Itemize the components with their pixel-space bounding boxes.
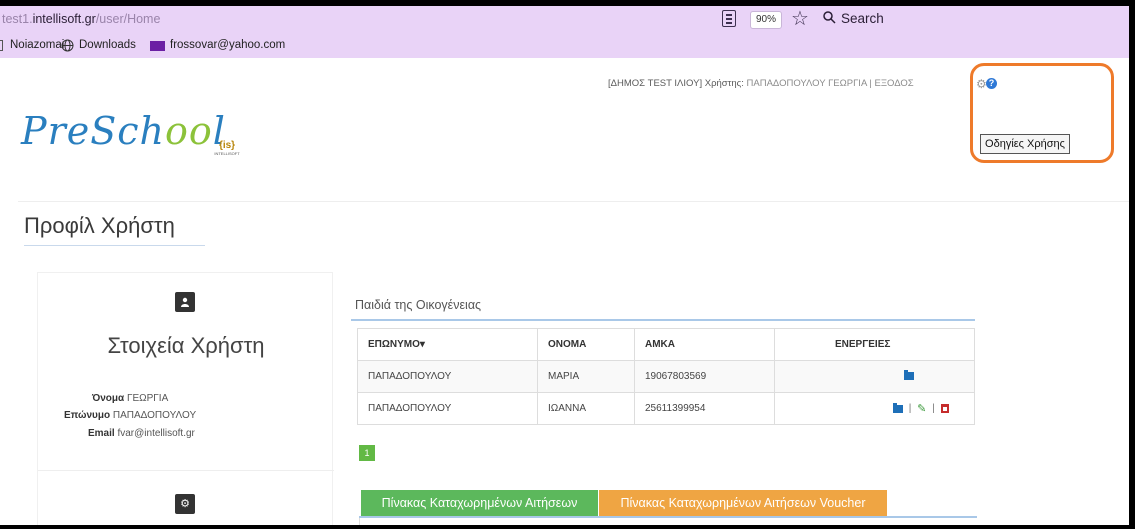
email-label: Email [88,428,115,439]
user-info-bar: [ΔΗΜΟΣ TEST ΙΛΙΟΥ] Χρήστης: ΠΑΠΑΔΟΠΟΥΛΟΥ… [608,78,914,89]
first-name-value: ΓΕΩΡΓΙΑ [126,393,169,404]
mail-icon [150,41,165,51]
children-table: ΕΠΩΝΥΜΟ▾ ΟΝΟΜΑ ΑΜΚΑ ΕΝΕΡΓΕΙΕΣ ΠΑΠΑΔΟΠΟΥΛ… [357,328,975,425]
family-children-heading: Παιδιά της Οικογένειας [355,298,482,312]
last-name-label: Επώνυμο [64,410,111,421]
tab-voucher-applications[interactable]: Πίνακας Καταχωρημένων Αιτήσεων Voucher [599,490,887,516]
table-row: ΠΑΠΑΔΟΠΟΥΛΟΥ ΙΩΑΝΝΑ 25611399954 | ✎ | [357,392,975,425]
bookmark-star-icon[interactable]: ☆ [791,6,809,31]
url-prefix: test1. [2,12,33,26]
cell-amka: 19067803569 [634,360,775,393]
email-row: Email fvar@intellisoft.gr [88,428,195,439]
user-label: Χρήστης: [704,78,744,89]
organization-label: [ΔΗΜΟΣ TEST ΙΛΙΟΥ] [608,78,703,89]
user-name: ΠΑΠΑΔΟΠΟΥΛΟΥ ΓΕΩΡΓΙΑ [746,78,867,89]
column-header-name: ΟΝΟΜΑ [537,328,635,361]
reader-view-icon[interactable] [722,10,736,27]
cell-amka: 25611399954 [634,392,775,425]
cell-name: ΜΑΡΙΑ [537,360,635,393]
bookmark-email[interactable]: frossovar@yahoo.com [170,39,285,51]
email-value: fvar@intellisoft.gr [117,428,195,439]
user-icon [175,292,195,312]
intellisoft-wordmark: INTELLISOFT [214,151,240,156]
page-title: Προφίλ Χρήστη [24,213,175,238]
logo-text-1: PreSch [21,109,166,153]
action-separator: | [908,403,912,414]
bookmark-noiazomai[interactable]: Noiazomai [10,39,64,51]
url-host: intellisoft.gr [32,12,96,26]
preschool-logo[interactable]: PreSchool [21,109,226,153]
user-details-heading: Στοιχεία Χρήστη [107,333,265,358]
browser-window: test1.intellisoft.gr/user/Home 90% ☆ Sea… [0,6,1129,525]
globe-icon [61,39,74,52]
zoom-level-badge[interactable]: 90% [750,11,782,29]
folder-icon[interactable] [893,402,903,413]
url-text[interactable]: test1.intellisoft.gr/user/Home [2,12,160,26]
trash-delete-icon[interactable] [940,404,949,413]
family-heading-underline [351,319,975,321]
table-header-row: ΕΠΩΝΥΜΟ▾ ΟΝΟΜΑ ΑΜΚΑ ΕΝΕΡΓΕΙΕΣ [357,328,975,361]
column-header-amka: ΑΜΚΑ [634,328,775,361]
user-details-panel: Στοιχεία Χρήστη Όνομα ΓΕΩΡΓΙΑ Επώνυμο ΠΑ… [37,272,334,525]
last-name-row: Επώνυμο ΠΑΠΑΔΟΠΟΥΛΟΥ [64,410,196,421]
tab-applications[interactable]: Πίνακας Καταχωρημένων Αιτήσεων [361,490,598,516]
header-divider-line [18,201,1129,202]
intellisoft-logo: {is} INTELLISOFT [208,141,246,161]
header-divider: | [869,78,872,89]
cell-actions [774,360,975,393]
settings-gear-icon[interactable]: ⚙ [175,494,195,514]
cell-name: ΙΩΑΝΝΑ [537,392,635,425]
url-bar[interactable]: test1.intellisoft.gr/user/Home 90% ☆ Sea… [0,6,1129,34]
last-name-value: ΠΑΠΑΔΟΠΟΥΛΟΥ [112,410,197,421]
panel-divider [38,470,334,471]
pagination-page-1[interactable]: 1 [359,445,375,461]
first-name-label: Όνομα [92,393,125,404]
folder-icon [0,40,3,51]
action-separator: | [932,403,935,414]
url-path: /user/Home [95,12,161,26]
first-name-row: Όνομα ΓΕΩΡΓΙΑ [92,393,168,404]
pencil-edit-icon[interactable]: ✎ [917,402,926,415]
cell-actions: | ✎ | [774,392,975,425]
user-guide-button[interactable]: Οδηγίες Χρήσης [980,134,1070,154]
search-icon [823,11,836,24]
title-underline [24,245,205,246]
cell-surname: ΠΑΠΑΔΟΠΟΥΛΟΥ [357,360,538,393]
table-row: ΠΑΠΑΔΟΠΟΥΛΟΥ ΜΑΡΙΑ 19067803569 [357,360,975,393]
logout-link[interactable]: ΕΞΟΔΟΣ [875,78,914,89]
cell-surname: ΠΑΠΑΔΟΠΟΥΛΟΥ [357,392,538,425]
logo-text-2: oo [165,109,213,153]
bookmarks-bar: Noiazomai Downloads frossovar@yahoo.com [0,34,1129,58]
applications-table-edge [359,518,977,525]
column-header-actions: ΕΝΕΡΓΕΙΕΣ [774,328,975,361]
bookmark-downloads[interactable]: Downloads [79,39,136,51]
intellisoft-mark: {is} [218,140,236,151]
column-header-surname[interactable]: ΕΠΩΝΥΜΟ▾ [357,328,538,361]
folder-icon[interactable] [904,370,914,381]
search-input[interactable]: Search [841,11,884,26]
